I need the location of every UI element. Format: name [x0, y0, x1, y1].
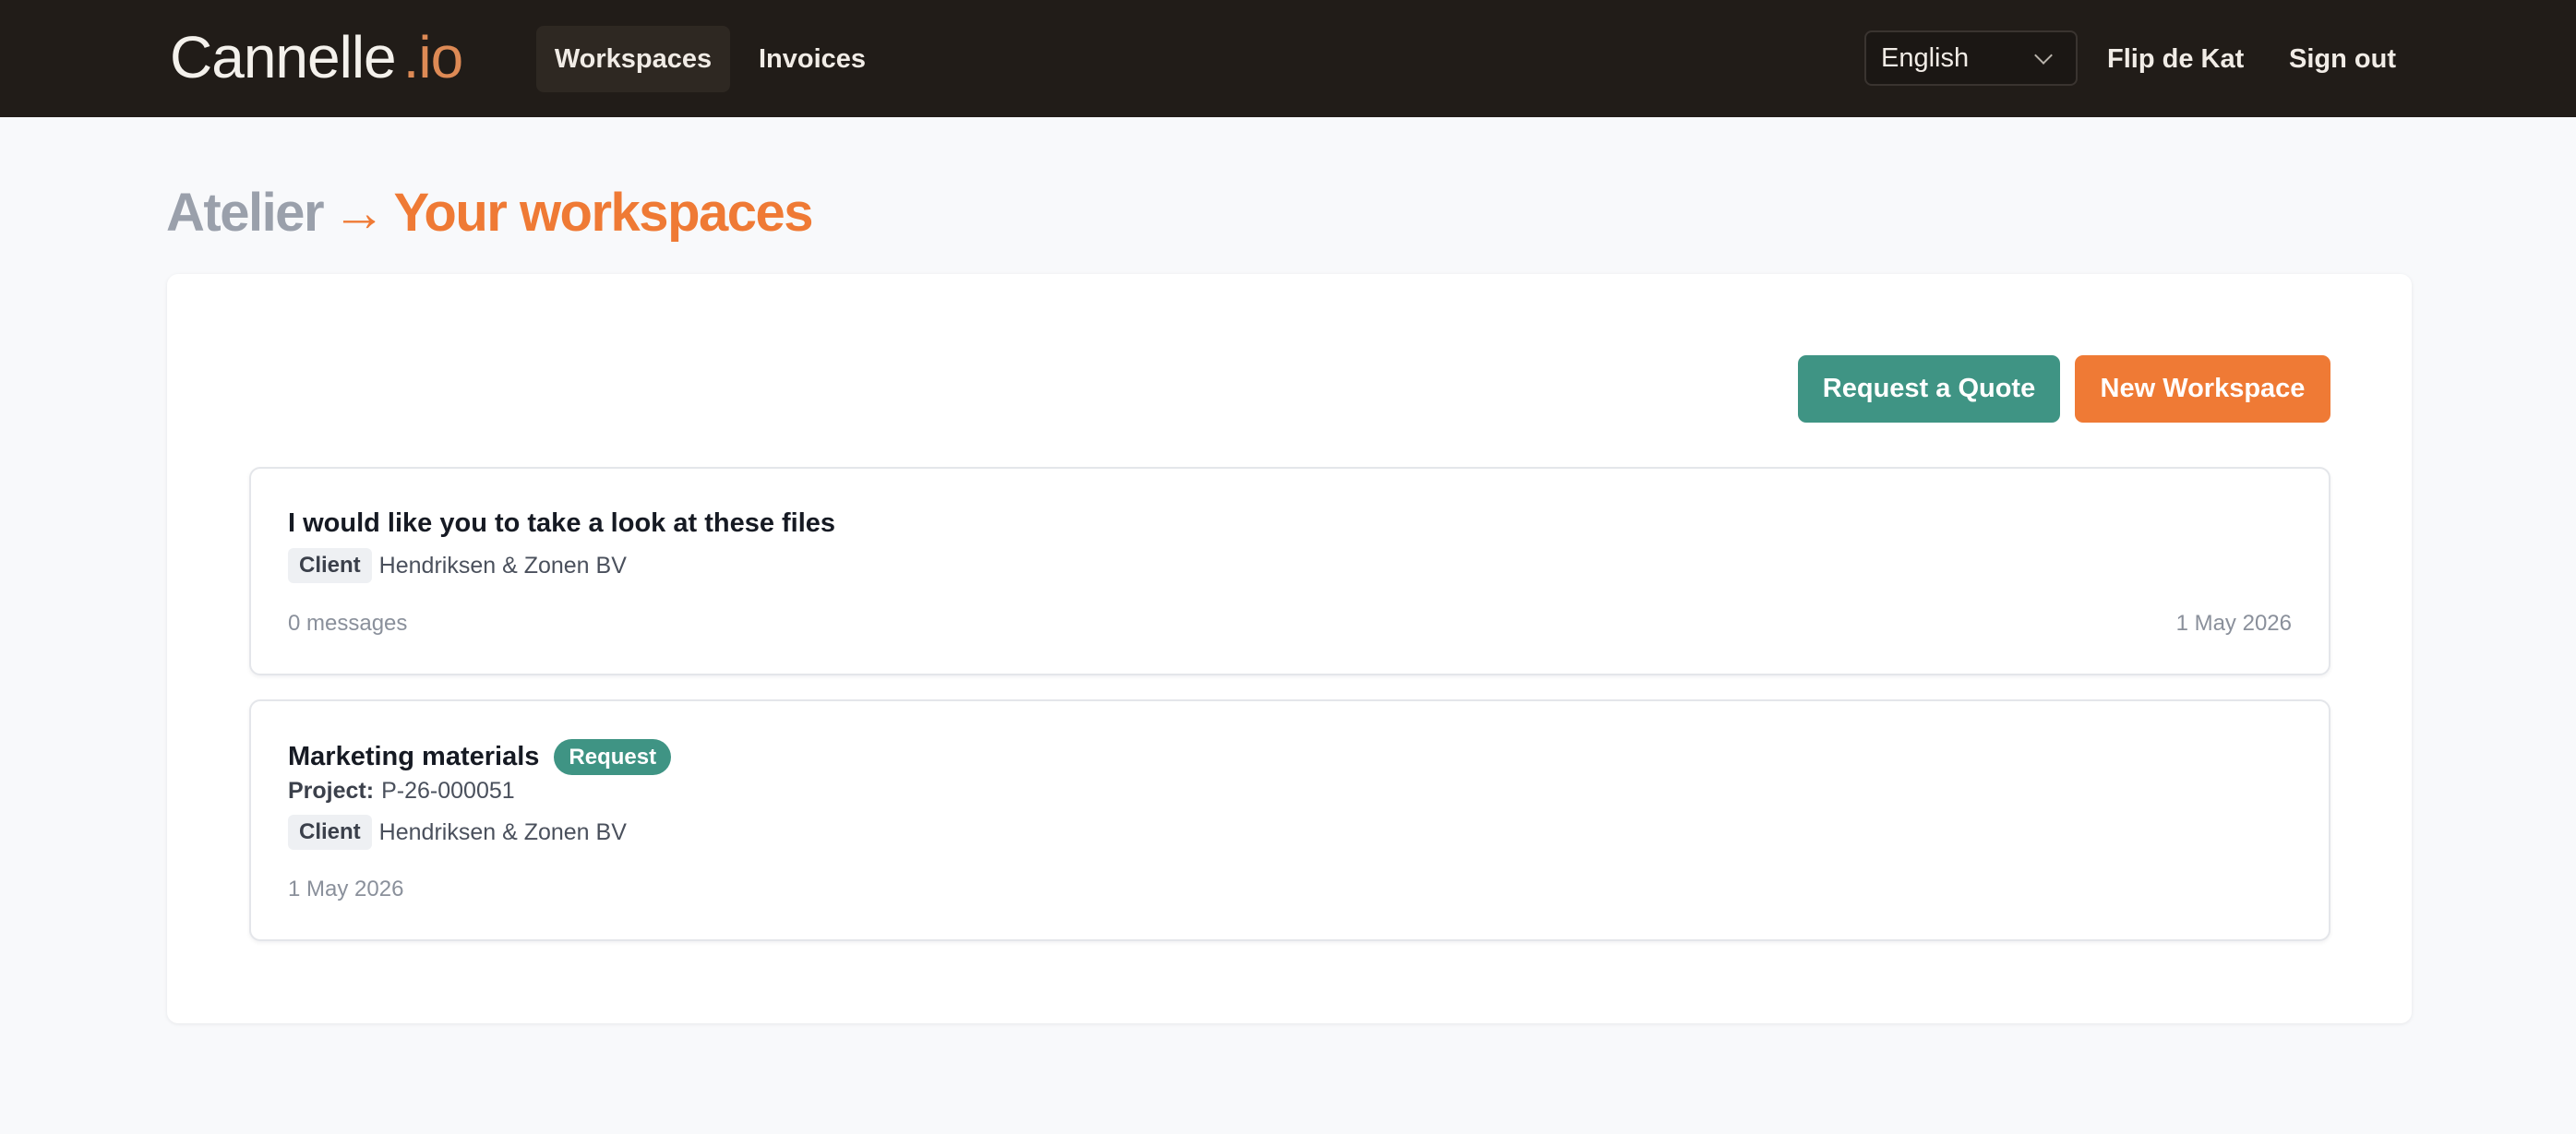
role-tag: Client [288, 548, 372, 583]
workspace-card[interactable]: Marketing materials Request Project: P-2… [249, 699, 2330, 941]
workspace-card[interactable]: I would like you to take a look at these… [249, 467, 2330, 675]
request-quote-button[interactable]: Request a Quote [1798, 355, 2060, 423]
chevron-down-icon [2034, 46, 2053, 65]
user-profile-link[interactable]: Flip de Kat [2107, 26, 2244, 92]
client-row: Client Hendriksen & Zonen BV [288, 548, 627, 583]
project-row: Project: P-26-000051 [288, 778, 515, 805]
app-logo[interactable]: Cannelle .io [170, 20, 463, 94]
logo-main-text: Cannelle [170, 24, 397, 90]
workspace-date: 1 May 2026 [288, 877, 404, 901]
logo-tld-text: io [418, 24, 463, 90]
workspace-date: 1 May 2026 [2175, 611, 2292, 636]
workspaces-panel: Request a Quote New Workspace I would li… [167, 274, 2412, 1023]
top-navigation-bar: Cannelle .io Workspaces Invoices English … [0, 0, 2576, 117]
nav-item-workspaces[interactable]: Workspaces [536, 26, 730, 92]
project-label: Project: [288, 778, 375, 804]
role-tag: Client [288, 815, 372, 850]
client-name: Hendriksen & Zonen BV [378, 552, 627, 579]
language-select[interactable]: English [1864, 30, 2078, 86]
project-code: P-26-000051 [381, 778, 515, 804]
workspace-title: Marketing materials [288, 741, 540, 771]
sign-out-link[interactable]: Sign out [2289, 26, 2396, 92]
breadcrumb-current: Your workspaces [393, 183, 814, 243]
arrow-right-icon: → [332, 183, 386, 243]
client-name: Hendriksen & Zonen BV [378, 818, 627, 845]
page-title: Atelier → Your workspaces [166, 178, 814, 248]
logo-dot: . [402, 24, 420, 90]
breadcrumb-root[interactable]: Atelier [166, 183, 325, 243]
workspace-title: I would like you to take a look at these… [288, 508, 836, 538]
client-row: Client Hendriksen & Zonen BV [288, 815, 627, 850]
nav-item-invoices[interactable]: Invoices [746, 26, 879, 92]
workspace-title-row: Marketing materials Request [288, 738, 672, 775]
new-workspace-button[interactable]: New Workspace [2075, 355, 2330, 423]
language-select-value: English [1881, 43, 1970, 73]
message-count: 0 messages [288, 611, 408, 636]
status-badge: Request [554, 738, 672, 775]
